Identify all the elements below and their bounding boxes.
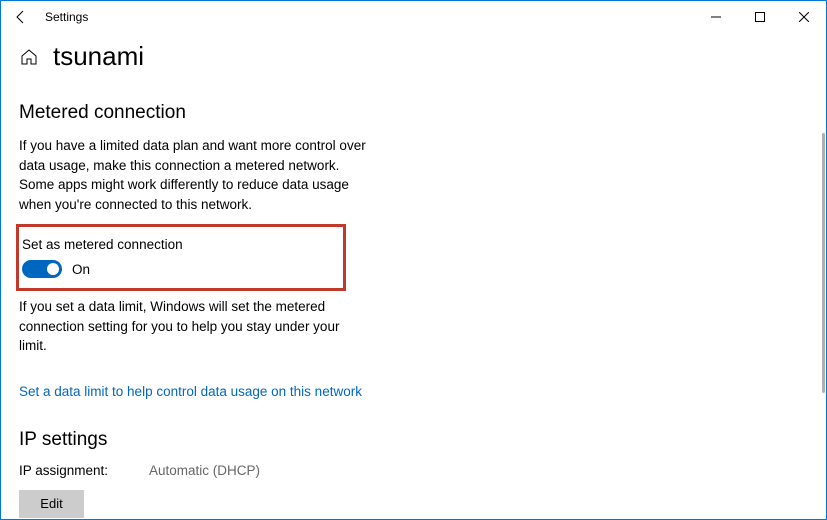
metered-heading: Metered connection — [19, 102, 826, 124]
metered-toggle[interactable] — [22, 260, 62, 278]
ip-assignment-value: Automatic (DHCP) — [149, 463, 260, 478]
minimize-button[interactable] — [694, 1, 738, 33]
scroll-thumb[interactable] — [822, 133, 825, 393]
data-limit-link[interactable]: Set a data limit to help control data us… — [19, 384, 362, 399]
maximize-button[interactable] — [738, 1, 782, 33]
app-title: Settings — [45, 10, 88, 24]
edit-button[interactable]: Edit — [19, 490, 84, 518]
metered-toggle-label: Set as metered connection — [22, 237, 333, 252]
metered-toggle-state: On — [72, 262, 90, 277]
ip-assignment-label: IP assignment: — [19, 463, 149, 478]
metered-note: If you set a data limit, Windows will se… — [19, 297, 369, 356]
page-title: tsunami — [53, 41, 144, 72]
metered-description: If you have a limited data plan and want… — [19, 136, 369, 214]
scrollbar[interactable] — [815, 33, 825, 518]
ip-heading: IP settings — [19, 429, 826, 451]
back-button[interactable] — [9, 5, 33, 29]
highlight-box: Set as metered connection On — [16, 224, 346, 291]
toggle-knob — [47, 263, 59, 275]
home-icon[interactable] — [19, 47, 39, 67]
close-button[interactable] — [782, 1, 826, 33]
